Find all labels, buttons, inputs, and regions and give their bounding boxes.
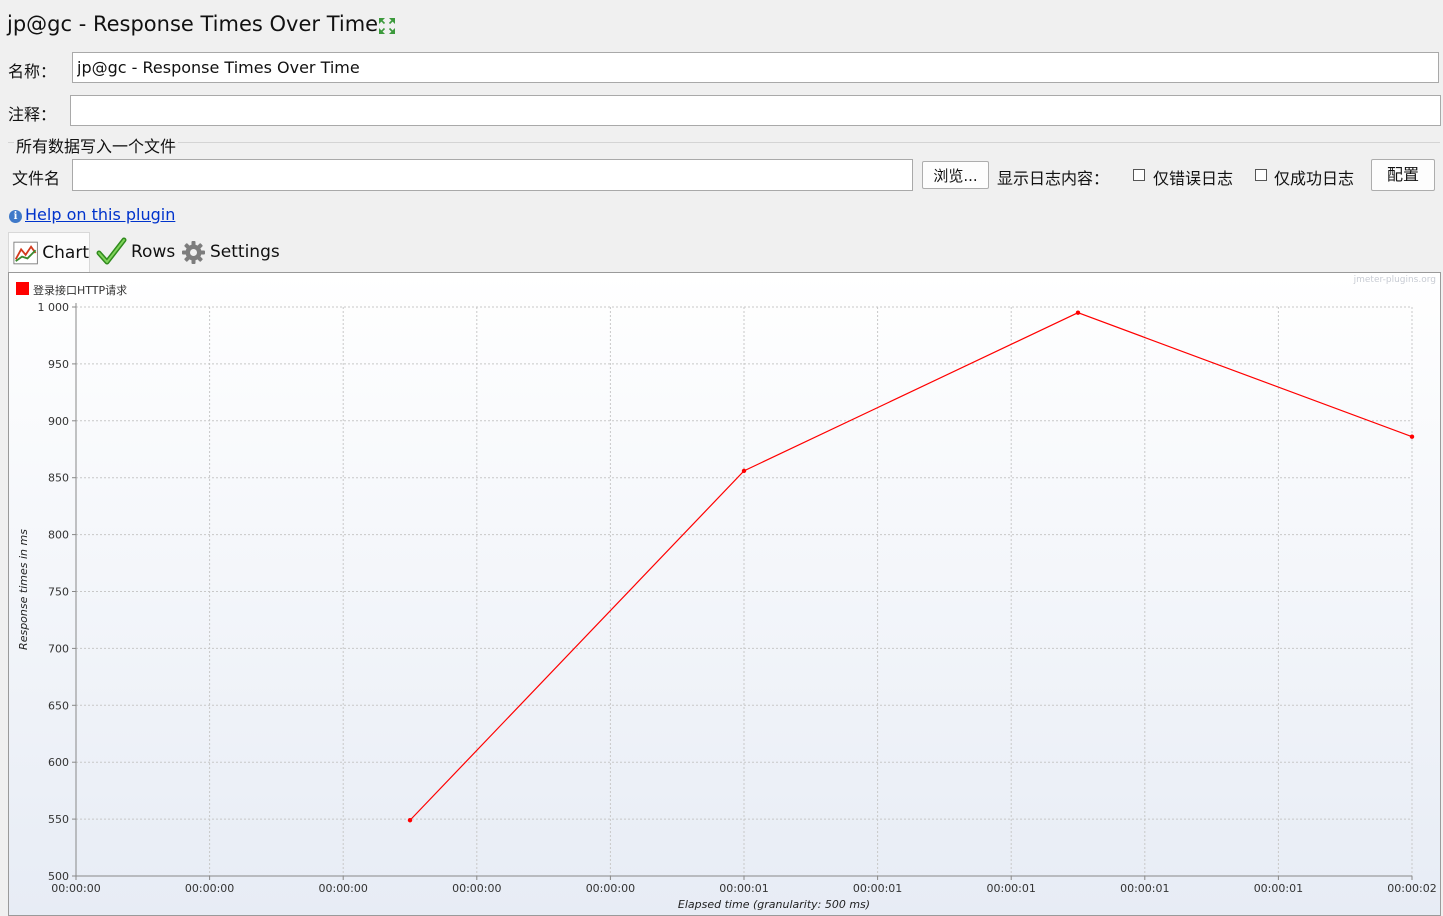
y-tick-label: 900: [48, 415, 69, 428]
series-line: [409, 312, 1413, 821]
x-axis-label: Elapsed time (granularity: 500 ms): [678, 898, 870, 911]
x-tick-label: 00:00:01: [719, 882, 768, 895]
x-tick-label: 00:00:01: [1120, 882, 1169, 895]
data-point: [1409, 434, 1415, 439]
x-tick-label: 00:00:00: [318, 882, 367, 895]
x-tick-label: 00:00:01: [986, 882, 1035, 895]
y-tick-label: 550: [48, 813, 69, 826]
x-tick-label: 00:00:00: [185, 882, 234, 895]
data-point: [1075, 310, 1081, 315]
y-tick-label: 850: [48, 472, 69, 485]
x-tick-label: 00:00:00: [51, 882, 100, 895]
y-tick-label: 1 000: [38, 301, 70, 314]
data-point: [741, 468, 747, 474]
x-tick-label: 00:00:00: [586, 882, 635, 895]
y-tick-label: 650: [48, 699, 69, 712]
y-axis-label: Response times in ms: [17, 529, 30, 650]
y-tick-label: 750: [48, 586, 69, 599]
data-point: [407, 818, 413, 823]
y-tick-label: 700: [48, 642, 69, 655]
y-tick-label: 800: [48, 529, 69, 542]
x-tick-label: 00:00:01: [853, 882, 902, 895]
x-tick-label: 00:00:02: [1387, 882, 1436, 895]
response-times-chart: 5005506006507007508008509009501 00000:00…: [17, 301, 1437, 911]
y-tick-label: 950: [48, 358, 69, 371]
y-tick-label: 600: [48, 756, 69, 769]
x-tick-label: 00:00:00: [452, 882, 501, 895]
x-tick-label: 00:00:01: [1254, 882, 1303, 895]
